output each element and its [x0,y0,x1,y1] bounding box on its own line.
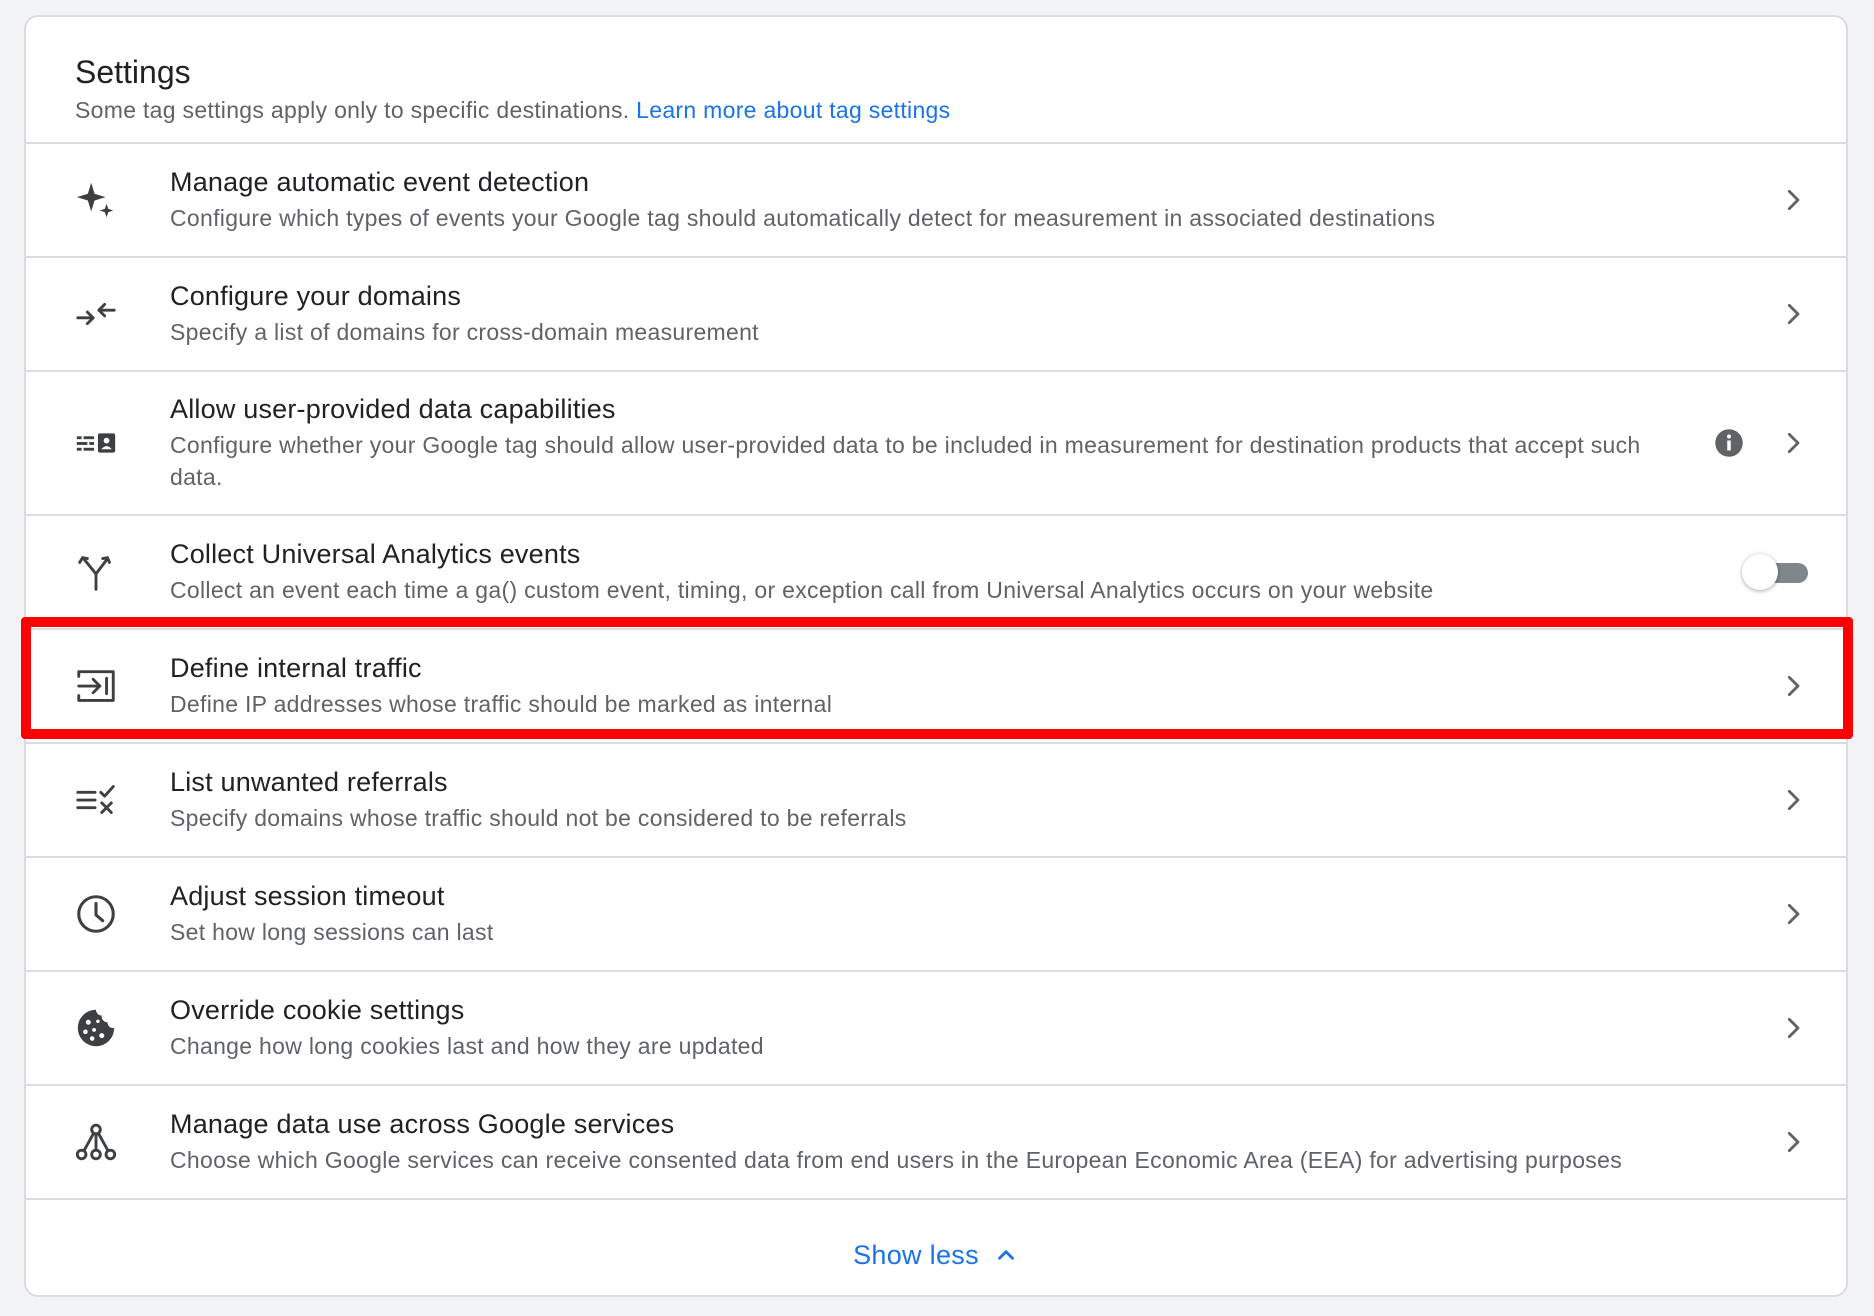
setting-description: Define IP addresses whose traffic should… [170,691,833,717]
setting-title: Adjust session timeout [170,881,445,911]
setting-description: Configure which types of events your Goo… [170,205,1436,231]
chevron-up-icon [997,1250,1014,1260]
chevron-right-icon[interactable] [1780,301,1806,327]
setting-text: Define internal traffic Define IP addres… [170,652,1696,720]
setting-text: Allow user-provided data capabilities Co… [170,393,1696,493]
chevron-right-icon[interactable] [1780,187,1806,213]
setting-row-cookie-settings[interactable]: Override cookie settings Change how long… [26,972,1846,1086]
setting-row-configure-domains[interactable]: Configure your domains Specify a list of… [26,258,1846,372]
setting-row-universal-analytics: Collect Universal Analytics events Colle… [26,516,1846,630]
setting-text: Collect Universal Analytics events Colle… [170,538,1696,606]
login-arrow-icon [70,660,122,712]
setting-title: Allow user-provided data capabilities [170,394,616,424]
settings-subtitle: Some tag settings apply only to specific… [75,95,1797,125]
setting-title: Manage automatic event detection [170,167,590,197]
setting-title: Collect Universal Analytics events [170,539,581,569]
setting-row-session-timeout[interactable]: Adjust session timeout Set how long sess… [26,858,1846,972]
chevron-right-icon[interactable] [1780,430,1806,456]
cookie-icon [70,1002,122,1054]
setting-row-unwanted-referrals[interactable]: List unwanted referrals Specify domains … [26,744,1846,858]
sparkle-icon [70,174,122,226]
settings-card: Settings Some tag settings apply only to… [24,15,1848,1297]
setting-row-automatic-event-detection[interactable]: Manage automatic event detection Configu… [26,144,1846,258]
chevron-right-icon[interactable] [1780,901,1806,927]
show-less-button[interactable]: Show less [853,1240,1019,1271]
setting-description: Configure whether your Google tag should… [170,432,1641,490]
network-nodes-icon [70,1116,122,1168]
setting-text: Manage automatic event detection Configu… [170,166,1696,234]
setting-title: Manage data use across Google services [170,1109,675,1139]
list-check-x-icon [70,774,122,826]
setting-description: Choose which Google services can receive… [170,1147,1623,1173]
setting-text: Manage data use across Google services C… [170,1108,1696,1176]
setting-description: Specify a list of domains for cross-doma… [170,319,759,345]
learn-more-link[interactable]: Learn more about tag settings [636,97,950,123]
collect-ua-toggle[interactable] [1742,552,1812,592]
show-less-label: Show less [853,1239,979,1270]
setting-text: List unwanted referrals Specify domains … [170,766,1696,834]
setting-description: Specify domains whose traffic should not… [170,805,907,831]
setting-description: Set how long sessions can last [170,919,494,945]
setting-row-user-provided-data[interactable]: Allow user-provided data capabilities Co… [26,372,1846,516]
setting-title: Configure your domains [170,281,462,311]
clock-icon [70,888,122,940]
setting-row-internal-traffic[interactable]: Define internal traffic Define IP addres… [26,630,1846,744]
setting-text: Adjust session timeout Set how long sess… [170,880,1696,948]
chevron-right-icon[interactable] [1780,673,1806,699]
setting-text: Override cookie settings Change how long… [170,994,1696,1062]
setting-description: Collect an event each time a ga() custom… [170,577,1434,603]
setting-title: Define internal traffic [170,653,422,683]
chevron-right-icon[interactable] [1780,1015,1806,1041]
setting-description: Change how long cookies last and how the… [170,1033,764,1059]
setting-row-data-use-google-services[interactable]: Manage data use across Google services C… [26,1086,1846,1200]
toggle-knob [1742,554,1778,590]
settings-header: Settings Some tag settings apply only to… [26,17,1846,144]
user-data-icon [70,417,122,469]
subtitle-text: Some tag settings apply only to specific… [75,97,630,123]
setting-title: Override cookie settings [170,995,465,1025]
fork-arrows-icon [70,546,122,598]
info-icon[interactable] [1714,428,1744,458]
chevron-right-icon[interactable] [1780,1129,1806,1155]
setting-text: Configure your domains Specify a list of… [170,280,1696,348]
card-footer: Show less [26,1200,1846,1295]
chevron-right-icon[interactable] [1780,787,1806,813]
arrows-inward-icon [70,288,122,340]
setting-title: List unwanted referrals [170,767,448,797]
page-title: Settings [75,54,191,90]
